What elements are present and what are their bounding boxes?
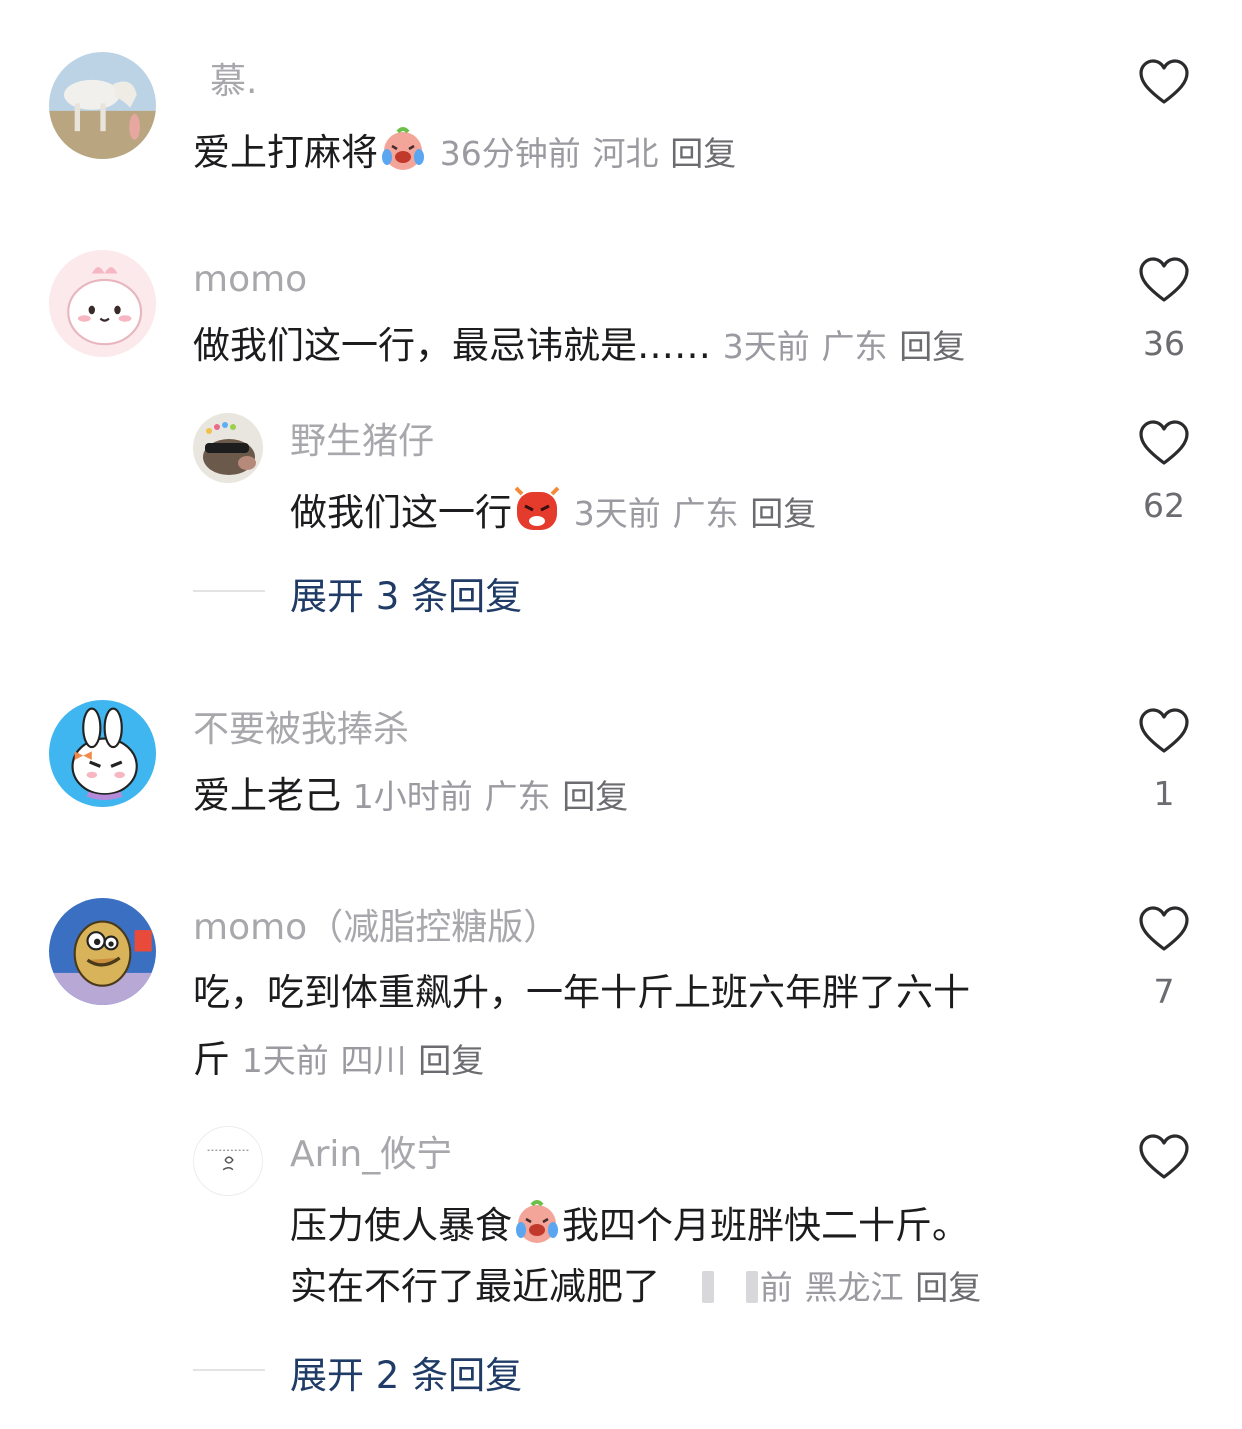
reply-time: 3天前	[573, 494, 661, 533]
heart-icon[interactable]	[1138, 707, 1190, 755]
expand-divider	[193, 590, 265, 592]
comment-time: 1天前	[241, 1041, 329, 1080]
comment-text-line-1: 吃，吃到体重飙升，一年十斤上班六年胖了六十	[193, 971, 970, 1014]
comment-author-name[interactable]: 慕.	[210, 60, 257, 104]
comment-location: 广东	[821, 327, 888, 366]
reply-text-part-1: 压力使人暴食	[290, 1204, 512, 1247]
reply-text: 做我们这一行	[290, 491, 512, 534]
comment-text: 爱上老己	[193, 774, 341, 817]
heart-icon[interactable]	[1138, 58, 1190, 106]
comment-author-name[interactable]: momo	[193, 258, 307, 302]
like-count: 36	[1143, 324, 1185, 363]
like-count: 7	[1153, 972, 1175, 1011]
reply-button[interactable]: 回复	[750, 494, 816, 533]
reply-body-line-1: 压力使人暴食 我四个月班胖快二十斤。	[290, 1197, 969, 1250]
avatar-horse[interactable]	[49, 52, 156, 159]
comment-location: 四川	[340, 1041, 407, 1080]
like-count: 62	[1143, 486, 1185, 525]
reply-time: 前	[759, 1268, 793, 1307]
comment-author-name[interactable]: 不要被我捧杀	[193, 708, 409, 752]
reply-text-line-2: 实在不行了最近减肥了	[290, 1265, 660, 1308]
reply-author-name[interactable]: Arin_攸宁	[290, 1133, 452, 1177]
avatar-bunny-bow[interactable]	[49, 700, 156, 807]
avatar-pink-bunny[interactable]	[49, 250, 156, 357]
redacted-smudge	[701, 1271, 714, 1303]
comment-text-line-2: 斤	[193, 1038, 230, 1081]
comment-time: 3天前	[722, 327, 810, 366]
avatar-sketch[interactable]	[193, 1126, 263, 1196]
reply-author-name[interactable]: 野生猪仔	[290, 420, 434, 464]
comment-location: 河北	[592, 134, 659, 173]
heart-icon[interactable]	[1138, 419, 1190, 467]
reply-text-part-2: 我四个月班胖快二十斤。	[562, 1204, 969, 1247]
comment-body: 做我们这一行，最忌讳就是…… 3天前 广东 回复	[193, 322, 965, 371]
heart-icon[interactable]	[1138, 256, 1190, 304]
comment-time: 1小时前	[352, 777, 473, 816]
reply-location: 广东	[672, 494, 739, 533]
expand-divider	[193, 1369, 265, 1371]
comment-body-line-2: 斤 1天前 四川 回复	[193, 1036, 484, 1085]
laughing-tears-emoji	[512, 1197, 562, 1247]
reply-button[interactable]: 回复	[915, 1268, 981, 1307]
reply-button[interactable]: 回复	[670, 134, 736, 173]
laughing-tears-emoji	[378, 124, 428, 174]
comment-text: 爱上打麻将	[193, 131, 378, 174]
reply-body: 做我们这一行 3天前 广东 回复	[290, 484, 816, 538]
expand-replies-button[interactable]: 展开 2 条回复	[290, 1345, 522, 1399]
heart-icon[interactable]	[1138, 1133, 1190, 1181]
comment-location: 广东	[484, 777, 551, 816]
comment-author-name[interactable]: momo（减脂控糖版）	[193, 906, 559, 950]
avatar-pig[interactable]	[193, 413, 263, 483]
like-count: 1	[1153, 774, 1175, 813]
reply-button[interactable]: 回复	[899, 327, 965, 366]
expand-replies-button[interactable]: 展开 3 条回复	[290, 566, 522, 620]
comment-body: 爱上老己 1小时前 广东 回复	[193, 772, 628, 821]
reply-location: 黑龙江	[804, 1268, 904, 1307]
comment-time: 36分钟前	[439, 134, 581, 173]
comment-body: 爱上打麻将 36分钟前 河北 回复	[193, 124, 736, 178]
avatar-cartoon-fish[interactable]	[49, 898, 156, 1005]
heart-icon[interactable]	[1138, 905, 1190, 953]
angry-face-emoji	[512, 484, 562, 534]
reply-button[interactable]: 回复	[418, 1041, 484, 1080]
reply-body-line-2: 实在不行了最近减肥了 前 黑龙江 回复	[290, 1263, 981, 1312]
reply-button[interactable]: 回复	[562, 777, 628, 816]
redacted-smudge	[745, 1271, 758, 1303]
comment-text: 做我们这一行，最忌讳就是……	[193, 324, 711, 367]
